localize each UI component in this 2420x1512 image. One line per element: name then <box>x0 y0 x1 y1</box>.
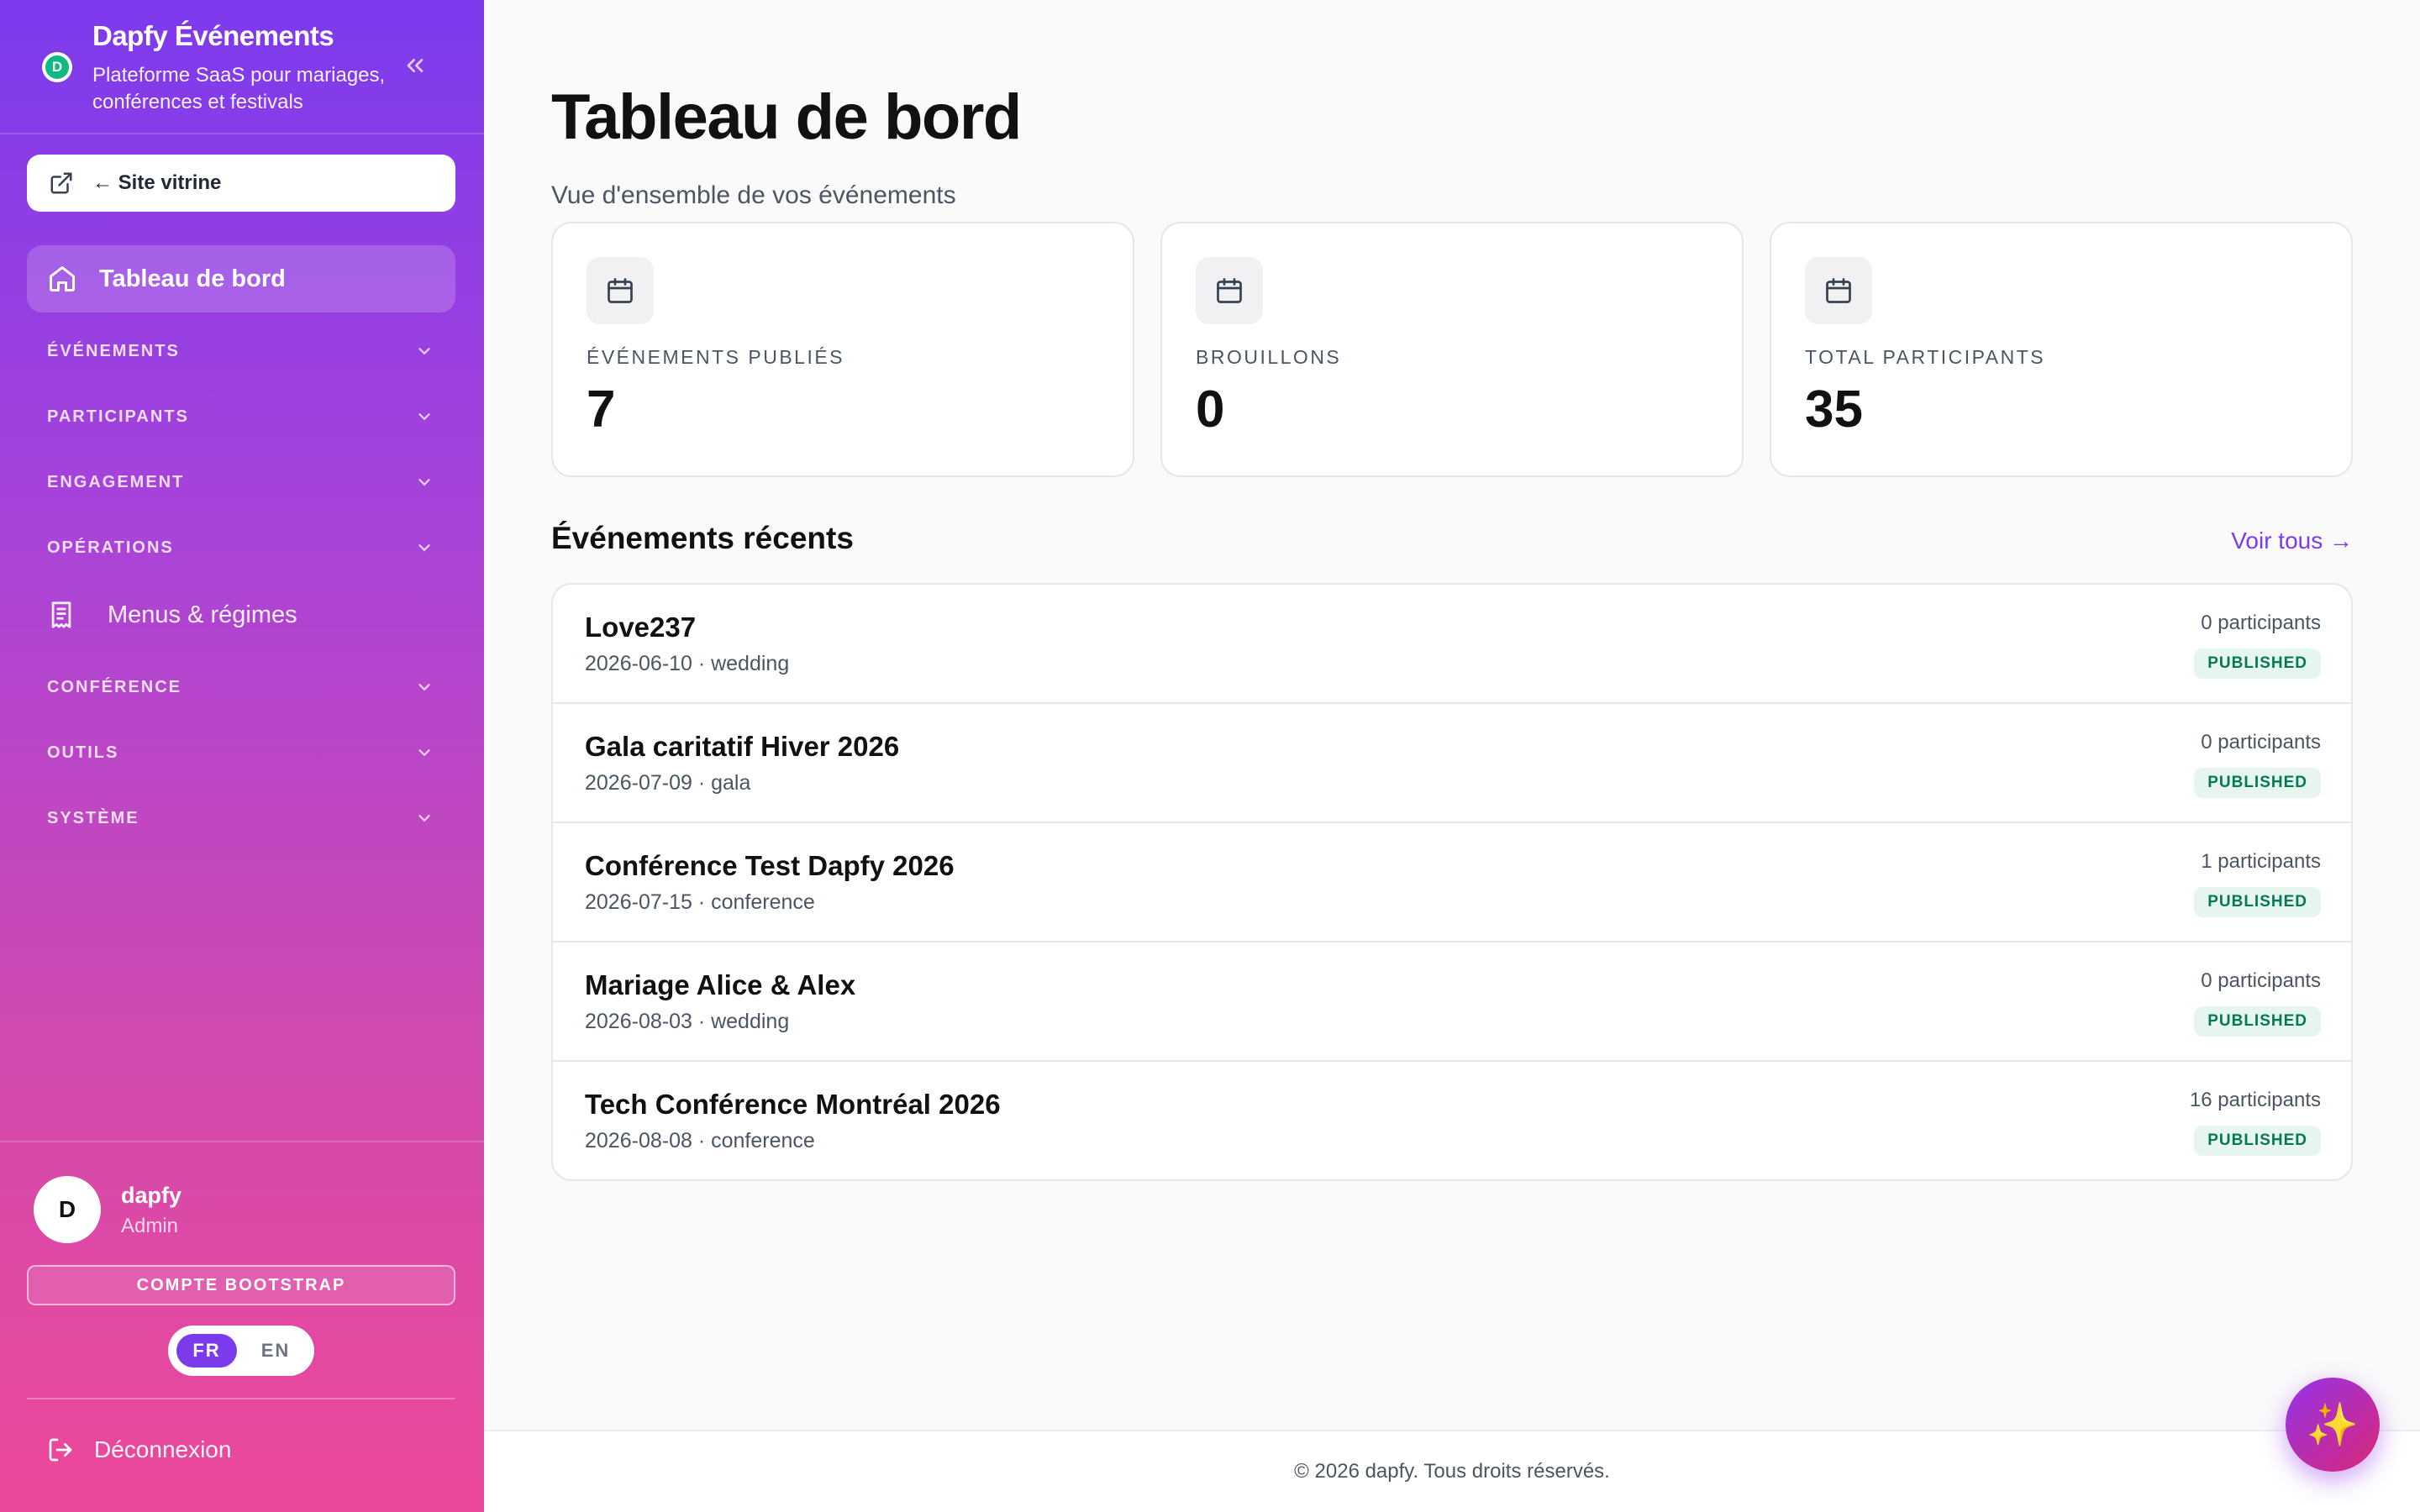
sidebar-section-outils[interactable]: OUTILS <box>47 736 434 769</box>
sparkles-icon: ✨ <box>2306 1400 2360 1448</box>
home-icon <box>50 266 75 291</box>
chevron-down-icon <box>418 479 430 486</box>
user-name: dapfy <box>121 1183 182 1208</box>
page-subtitle: Vue d'ensemble de vos événements <box>551 181 956 209</box>
stat-label: ÉVÉNEMENTS PUBLIÉS <box>587 346 845 368</box>
event-meta: 2026-07-15 · conference <box>585 890 815 914</box>
brand-logo: D <box>42 52 72 82</box>
language-switcher: FR EN <box>168 1326 314 1376</box>
recent-events-title: Événements récents <box>551 521 854 555</box>
site-vitrine-button[interactable]: ← Site vitrine <box>27 155 455 212</box>
main-content: Tableau de bord Vue d'ensemble de vos év… <box>484 0 2420 1512</box>
chevron-down-icon <box>418 544 430 552</box>
user-role: Admin <box>121 1215 179 1237</box>
logout-button[interactable]: Déconnexion <box>47 1436 231 1463</box>
logout-label: Déconnexion <box>94 1436 232 1462</box>
see-all-link[interactable]: Voir tous → <box>2231 528 2353 554</box>
sidebar-item-menus-regimes[interactable]: Menus & régimes <box>47 595 434 635</box>
sidebar-item-label: Menus & régimes <box>108 601 297 628</box>
event-name: Gala caritatif Hiver 2026 <box>585 731 900 762</box>
section-label: ÉVÉNEMENTS <box>47 341 180 360</box>
logout-icon <box>49 1438 72 1462</box>
sidebar-user-panel: D dapfy Admin COMPTE BOOTSTRAP FR EN Déc… <box>0 1141 484 1512</box>
external-link-icon <box>50 172 72 194</box>
divider <box>27 1398 455 1399</box>
brand-subtitle: Plateforme SaaS pour mariages, conférenc… <box>92 64 386 113</box>
compte-bootstrap-button[interactable]: COMPTE BOOTSTRAP <box>27 1265 455 1305</box>
chevron-down-icon <box>418 815 430 822</box>
status-badge: PUBLISHED <box>2194 648 2321 679</box>
stat-label: BROUILLONS <box>1196 346 1342 368</box>
event-row[interactable]: Love237 2026-06-10 · wedding 0 participa… <box>553 585 2351 704</box>
page-title: Tableau de bord <box>551 81 1022 153</box>
lang-fr-button[interactable]: FR <box>176 1334 237 1368</box>
lang-en-button[interactable]: EN <box>245 1334 306 1368</box>
calendar-icon <box>1196 257 1263 324</box>
sidebar-section-engagement[interactable]: ENGAGEMENT <box>47 465 434 499</box>
stat-value: 0 <box>1196 381 1225 438</box>
status-badge: PUBLISHED <box>2194 1126 2321 1156</box>
event-meta: 2026-08-08 · conference <box>585 1129 815 1152</box>
status-badge: PUBLISHED <box>2194 1006 2321 1037</box>
stat-value: 35 <box>1805 381 1863 438</box>
status-badge: PUBLISHED <box>2194 887 2321 917</box>
event-name: Love237 <box>585 612 697 643</box>
sidebar-item-label: Tableau de bord <box>99 265 286 292</box>
brand-title: Dapfy Événements <box>92 20 334 51</box>
event-row[interactable]: Gala caritatif Hiver 2026 2026-07-09 · g… <box>553 704 2351 823</box>
calendar-icon <box>1805 257 1872 324</box>
stat-card-drafts: BROUILLONS 0 <box>1160 222 1744 477</box>
chevrons-left-icon <box>407 59 424 72</box>
event-row[interactable]: Tech Conférence Montréal 2026 2026-08-08… <box>553 1062 2351 1179</box>
chevron-down-icon <box>418 348 430 355</box>
sidebar-section-participants[interactable]: PARTICIPANTS <box>47 400 434 433</box>
chevron-down-icon <box>418 749 430 757</box>
stat-label: TOTAL PARTICIPANTS <box>1805 346 2046 368</box>
event-name: Conférence Test Dapfy 2026 <box>585 850 955 881</box>
chevron-down-icon <box>418 413 430 421</box>
event-row[interactable]: Conférence Test Dapfy 2026 2026-07-15 · … <box>553 823 2351 942</box>
event-participants: 0 participants <box>2201 969 2321 992</box>
sidebar-section-systeme[interactable]: SYSTÈME <box>47 801 434 835</box>
section-label: SYSTÈME <box>47 808 139 827</box>
sidebar-item-tableau-de-bord[interactable]: Tableau de bord <box>27 245 455 312</box>
status-badge: PUBLISHED <box>2194 768 2321 798</box>
brand-header: D Dapfy Événements Plateforme SaaS pour … <box>0 0 484 134</box>
calendar-icon <box>587 257 654 324</box>
footer: © 2026 dapfy. Tous droits réservés. <box>484 1430 2420 1512</box>
ai-assistant-button[interactable]: ✨ <box>2286 1378 2380 1472</box>
event-meta: 2026-07-09 · gala <box>585 771 751 795</box>
footer-text: © 2026 dapfy. Tous droits réservés. <box>1294 1460 1610 1483</box>
event-participants: 16 participants <box>2189 1089 2321 1111</box>
section-label: OUTILS <box>47 743 119 762</box>
recent-events-list: Love237 2026-06-10 · wedding 0 participa… <box>551 583 2353 1181</box>
event-meta: 2026-08-03 · wedding <box>585 1010 790 1033</box>
section-label: CONFÉRENCE <box>47 677 182 696</box>
section-label: PARTICIPANTS <box>47 407 189 426</box>
event-participants: 0 participants <box>2201 612 2321 634</box>
collapse-sidebar-button[interactable] <box>398 49 432 82</box>
stat-card-published: ÉVÉNEMENTS PUBLIÉS 7 <box>551 222 1134 477</box>
sidebar-section-operations[interactable]: OPÉRATIONS <box>47 531 434 564</box>
sidebar: D Dapfy Événements Plateforme SaaS pour … <box>0 0 484 1512</box>
sidebar-section-evenements[interactable]: ÉVÉNEMENTS <box>47 334 434 368</box>
chevron-down-icon <box>418 684 430 691</box>
avatar[interactable]: D <box>34 1176 101 1243</box>
receipt-icon <box>51 601 71 628</box>
sidebar-section-conference[interactable]: CONFÉRENCE <box>47 670 434 704</box>
event-meta: 2026-06-10 · wedding <box>585 652 790 675</box>
event-name: Mariage Alice & Alex <box>585 969 856 1000</box>
event-name: Tech Conférence Montréal 2026 <box>585 1089 1001 1120</box>
event-row[interactable]: Mariage Alice & Alex 2026-08-03 · weddin… <box>553 942 2351 1062</box>
section-label: ENGAGEMENT <box>47 472 185 491</box>
event-participants: 1 participants <box>2201 850 2321 873</box>
stat-card-total-participants: TOTAL PARTICIPANTS 35 <box>1770 222 2353 477</box>
event-participants: 0 participants <box>2201 731 2321 753</box>
stat-value: 7 <box>587 381 616 438</box>
section-label: OPÉRATIONS <box>47 538 174 557</box>
site-vitrine-label: ← Site vitrine <box>92 171 222 194</box>
